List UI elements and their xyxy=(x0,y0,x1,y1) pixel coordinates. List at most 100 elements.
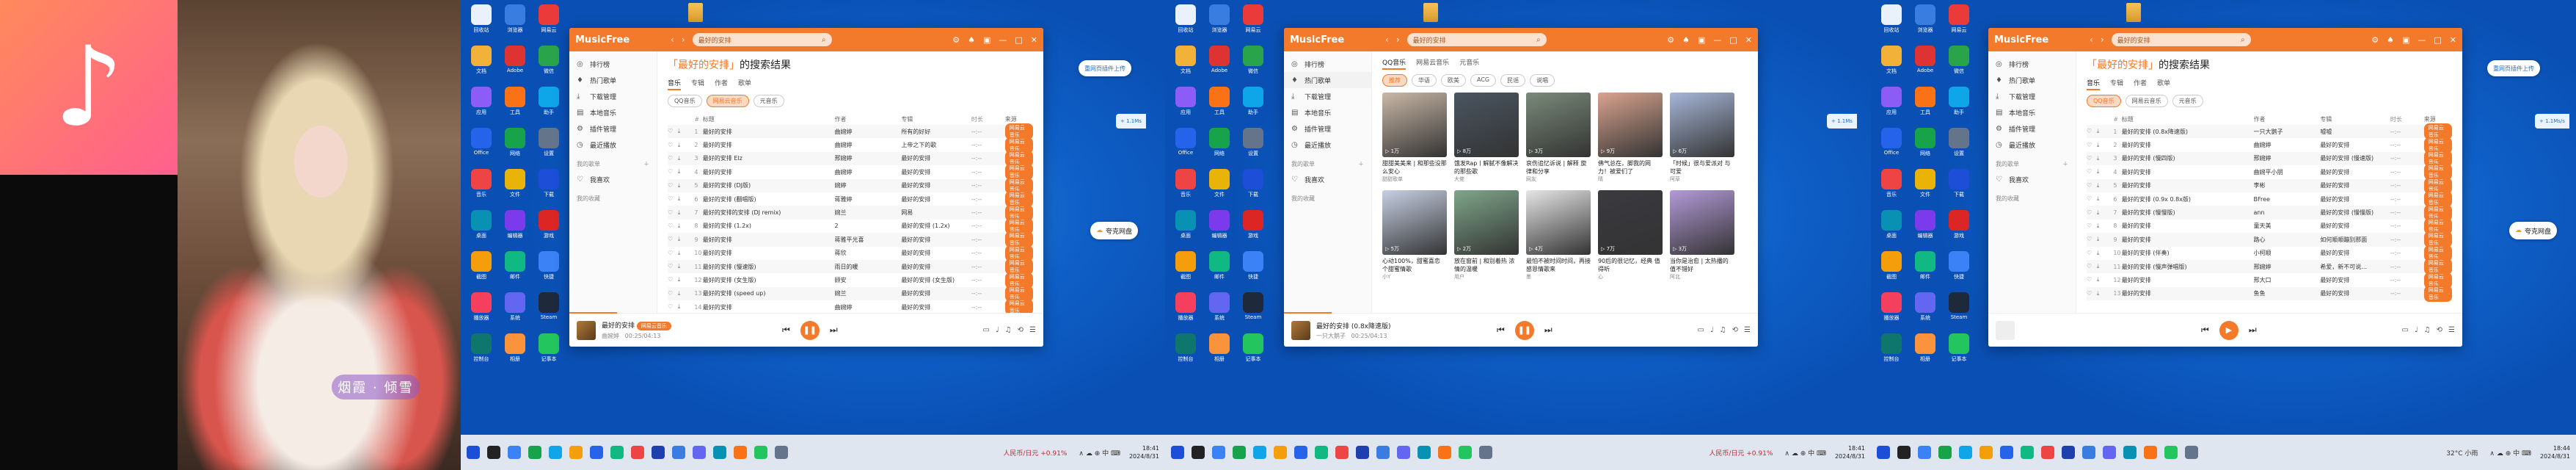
sidebar-item[interactable]: ◷ 最近播放 xyxy=(1988,137,2076,153)
song-artist[interactable]: 曲婉婷 xyxy=(2254,141,2321,149)
sidebar-item-favorites[interactable]: ♡ 我喜欢 xyxy=(1284,171,1371,187)
taskbar-app-icon[interactable] xyxy=(508,446,521,459)
lyric-icon[interactable]: ♩ xyxy=(1710,326,1714,334)
song-album[interactable]: 最好的安排 xyxy=(901,249,971,257)
desktop-app-icon[interactable]: 下载 xyxy=(533,169,565,201)
search-input[interactable]: 最好的安排 ⌕ xyxy=(1406,33,1547,46)
desktop-app-icon[interactable]: 微信 xyxy=(1237,46,1269,78)
row-actions[interactable]: ♡ ⤓ xyxy=(2087,250,2113,257)
desktop-app-icon[interactable]: Office xyxy=(1170,128,1202,160)
volume-icon[interactable]: ♫ xyxy=(1720,326,1726,334)
playlist-card[interactable]: ▷ 7万 90后的很记忆，经典 值得听心 xyxy=(1598,190,1663,281)
miniplayer-icon[interactable]: ▣ xyxy=(983,35,990,45)
desktop-app-icon[interactable]: 工具 xyxy=(499,87,531,119)
folder-icon[interactable] xyxy=(2126,3,2141,22)
starred-header[interactable]: 我的收藏 xyxy=(1988,187,2076,206)
desktop-app-icon[interactable]: 相册 xyxy=(499,333,531,366)
skin-icon[interactable]: ♠ xyxy=(2387,35,2394,45)
tab-1[interactable]: 网易云音乐 xyxy=(1416,57,1449,70)
desktop-app-icon[interactable]: 文件 xyxy=(1909,169,1941,201)
song-album[interactable]: 最好的安排 xyxy=(901,195,971,203)
song-artist[interactable]: 顾安 xyxy=(835,276,902,284)
table-row[interactable]: ♡ ⤓ 7 最好的安排 (慢慢版) ann 最好的安排 (慢慢版) --:-- 网易云音乐 xyxy=(2087,204,2452,221)
playlist-icon[interactable]: ☰ xyxy=(1029,326,1036,334)
taskbar-app-icon[interactable] xyxy=(754,446,767,459)
table-row[interactable]: ♡ ⤓ 13 最好的安排 鱼鱼 最好的安排 --:-- 网易云音乐 xyxy=(2087,285,2452,302)
search-icon[interactable]: ⌕ xyxy=(822,36,826,44)
back-icon[interactable]: ‹ xyxy=(1385,35,1389,45)
row-actions[interactable]: ♡ ⤓ xyxy=(2087,290,2113,297)
quality-icon[interactable]: ▭ xyxy=(1698,326,1704,334)
settings-icon[interactable]: ⚙ xyxy=(1667,35,1674,45)
row-actions[interactable]: ♡ ⤓ xyxy=(2087,263,2113,270)
playlist-cover[interactable]: ▷ 9万 xyxy=(1598,93,1663,157)
volume-icon[interactable]: ♫ xyxy=(1005,326,1012,334)
system-tray[interactable]: ∧ ☁ ⊕ 中 ⌨ xyxy=(2489,448,2531,458)
playlist-cover[interactable]: ▷ 4万 xyxy=(1526,190,1591,255)
desktop-app-icon[interactable]: Adobe xyxy=(1909,46,1941,78)
system-tray[interactable]: ∧ ☁ ⊕ 中 ⌨ xyxy=(1784,448,1826,458)
taskbar-app-icon[interactable] xyxy=(549,446,562,459)
song-album[interactable]: 网易 xyxy=(901,209,971,217)
desktop-app-icon[interactable]: 浏览器 xyxy=(1909,4,1941,37)
desktop-app-icon[interactable]: 截图 xyxy=(465,251,497,283)
tab-3[interactable]: 歌单 xyxy=(738,78,751,90)
desktop-app-icon[interactable]: 邮件 xyxy=(499,251,531,283)
start-icon[interactable] xyxy=(1877,446,1890,459)
tab-1[interactable]: 专辑 xyxy=(691,78,704,90)
table-row[interactable]: ♡ ⤓ 5 最好的安排 (DJ版) 婉婷 最好的安排 --:-- 网易云音乐 xyxy=(668,177,1033,194)
song-artist[interactable]: 雨日的暖 xyxy=(835,263,902,271)
prev-icon[interactable]: ⏮ xyxy=(1497,325,1505,336)
song-artist[interactable]: 鱼鱼 xyxy=(2254,289,2321,297)
sidebar-item-favorites[interactable]: ♡ 我喜欢 xyxy=(1988,171,2076,187)
desktop-app-icon[interactable]: 播放器 xyxy=(1170,292,1202,325)
taskbar-app-icon[interactable] xyxy=(1459,446,1472,459)
song-artist[interactable]: 邢婉婷 xyxy=(2254,263,2321,271)
upload-plugin-button[interactable]: 重网页插件上传 xyxy=(2487,60,2540,76)
sidebar-item[interactable]: ▤ 本地音乐 xyxy=(1284,104,1371,120)
table-row[interactable]: ♡ ⤓ 11 最好的安排 (慢速版) 雨日的暖 最好的安排 --:-- 网易云音乐 xyxy=(668,258,1033,275)
desktop-app-icon[interactable]: 回收站 xyxy=(1875,4,1908,37)
upload-plugin-button[interactable]: 重网页插件上传 xyxy=(1079,60,1131,76)
song-artist[interactable]: 曲婉平小朋 xyxy=(2254,168,2321,176)
lyric-icon[interactable]: ♩ xyxy=(996,326,999,334)
pause-button[interactable]: ❚❚ xyxy=(800,320,820,340)
quark-cloud-widget[interactable]: ☁ 夸克网盘 xyxy=(1090,222,1139,239)
desktop-app-icon[interactable]: 编辑器 xyxy=(499,210,531,242)
desktop-app-icon[interactable]: 文件 xyxy=(1203,169,1236,201)
my-playlists-header[interactable]: 我的歌单 ＋ xyxy=(569,153,657,171)
plugin-chip[interactable]: 说唱 xyxy=(1530,74,1555,87)
playlist-cover[interactable]: ▷ 7万 xyxy=(1598,190,1663,255)
desktop-app-icon[interactable]: 网易云 xyxy=(533,4,565,37)
close-icon[interactable]: ✕ xyxy=(1745,35,1752,45)
sidebar-item[interactable]: ♦ 热门歌单 xyxy=(569,72,657,88)
song-album[interactable]: 最好的安排 xyxy=(2320,289,2390,297)
song-artist[interactable]: 李彬 xyxy=(2254,181,2321,189)
row-actions[interactable]: ♡ ⤓ xyxy=(2087,276,2113,283)
pause-button[interactable]: ❚❚ xyxy=(1514,320,1534,340)
desktop-app-icon[interactable]: 网络 xyxy=(499,128,531,160)
desktop-app-icon[interactable]: 下载 xyxy=(1237,169,1269,201)
my-playlists-header[interactable]: 我的歌单 ＋ xyxy=(1988,153,2076,171)
taskbar-app-icon[interactable] xyxy=(1918,446,1931,459)
plugin-chip[interactable]: 民谣 xyxy=(1500,74,1526,87)
taskbar-app-icon[interactable] xyxy=(2021,446,2034,459)
desktop-app-icon[interactable]: 截图 xyxy=(1875,251,1908,283)
table-row[interactable]: ♡ ⤓ 12 最好的安排 邢大口 最好的安排 --:-- 网易云音乐 xyxy=(2087,272,2452,289)
table-row[interactable]: ♡ ⤓ 6 最好的安排 (翻唱版) 蒋雅婷 最好的安排 --:-- 网易云音乐 xyxy=(668,191,1033,208)
plugin-chip[interactable]: 华语 xyxy=(1412,74,1437,87)
desktop-app-icon[interactable]: 微信 xyxy=(1943,46,1975,78)
taskbar-app-icon[interactable] xyxy=(1938,446,1952,459)
miniplayer-icon[interactable]: ▣ xyxy=(2402,35,2409,45)
song-artist[interactable]: 邢大口 xyxy=(2254,276,2321,284)
start-icon[interactable] xyxy=(1171,446,1184,459)
table-row[interactable]: ♡ ⤓ 8 最好的安排 (1.2x) 2 最好的安排 (1.2x) --:-- 网易云音乐 xyxy=(668,217,1033,234)
row-actions[interactable]: ♡ ⤓ xyxy=(2087,209,2113,217)
playlist-cover[interactable]: ▷ 3万 xyxy=(1670,190,1734,255)
song-artist[interactable]: 路心 xyxy=(2254,236,2321,244)
table-row[interactable]: ♡ ⤓ 9 最好的安排 蒋雅平光喜 最好的安排 --:-- 网易云音乐 xyxy=(668,231,1033,248)
desktop-app-icon[interactable]: 文档 xyxy=(1875,46,1908,78)
minimize-icon[interactable]: — xyxy=(2418,35,2426,45)
row-actions[interactable]: ♡ ⤓ xyxy=(668,128,694,135)
desktop-app-icon[interactable]: 记事本 xyxy=(1237,333,1269,366)
